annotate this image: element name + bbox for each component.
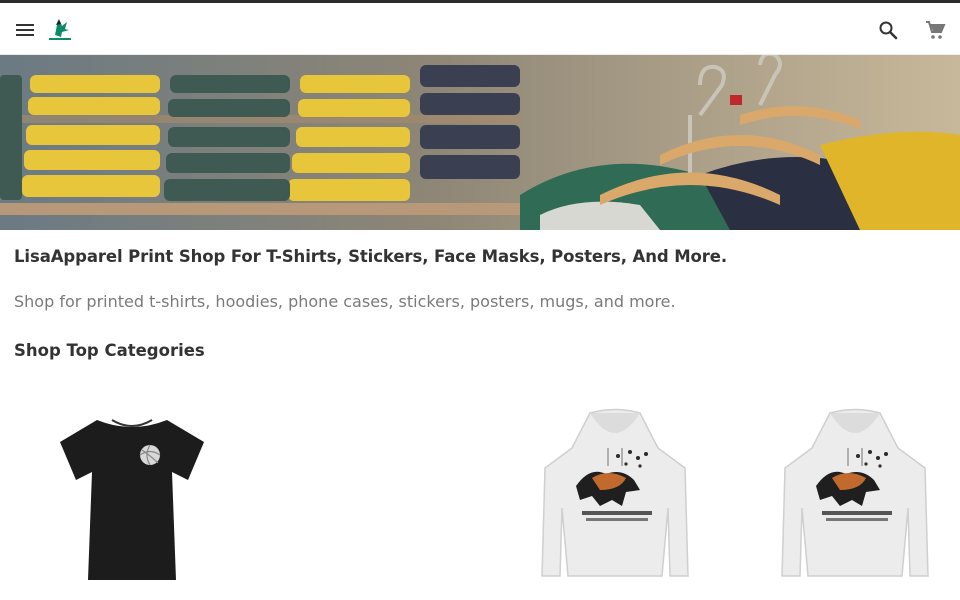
category-grid [14, 360, 946, 580]
page-subheadline: Shop for printed t-shirts, hoodies, phon… [14, 292, 676, 311]
category-item-tshirt[interactable] [52, 412, 212, 582]
hoodie-image [781, 408, 929, 577]
hero-banner-image [0, 55, 960, 230]
section-title: Shop Top Categories [14, 341, 205, 360]
menu-icon[interactable] [13, 18, 37, 42]
cart-icon[interactable] [923, 18, 947, 42]
category-item-hoodie[interactable] [530, 408, 700, 583]
category-item-hoodie[interactable] [770, 408, 940, 583]
hoodie-image [541, 408, 689, 577]
top-header [0, 3, 960, 55]
page-headline: LisaApparel Print Shop For T-Shirts, Sti… [14, 247, 728, 266]
search-icon[interactable] [876, 18, 900, 42]
tshirt-image [60, 419, 204, 580]
logo[interactable] [46, 17, 74, 43]
